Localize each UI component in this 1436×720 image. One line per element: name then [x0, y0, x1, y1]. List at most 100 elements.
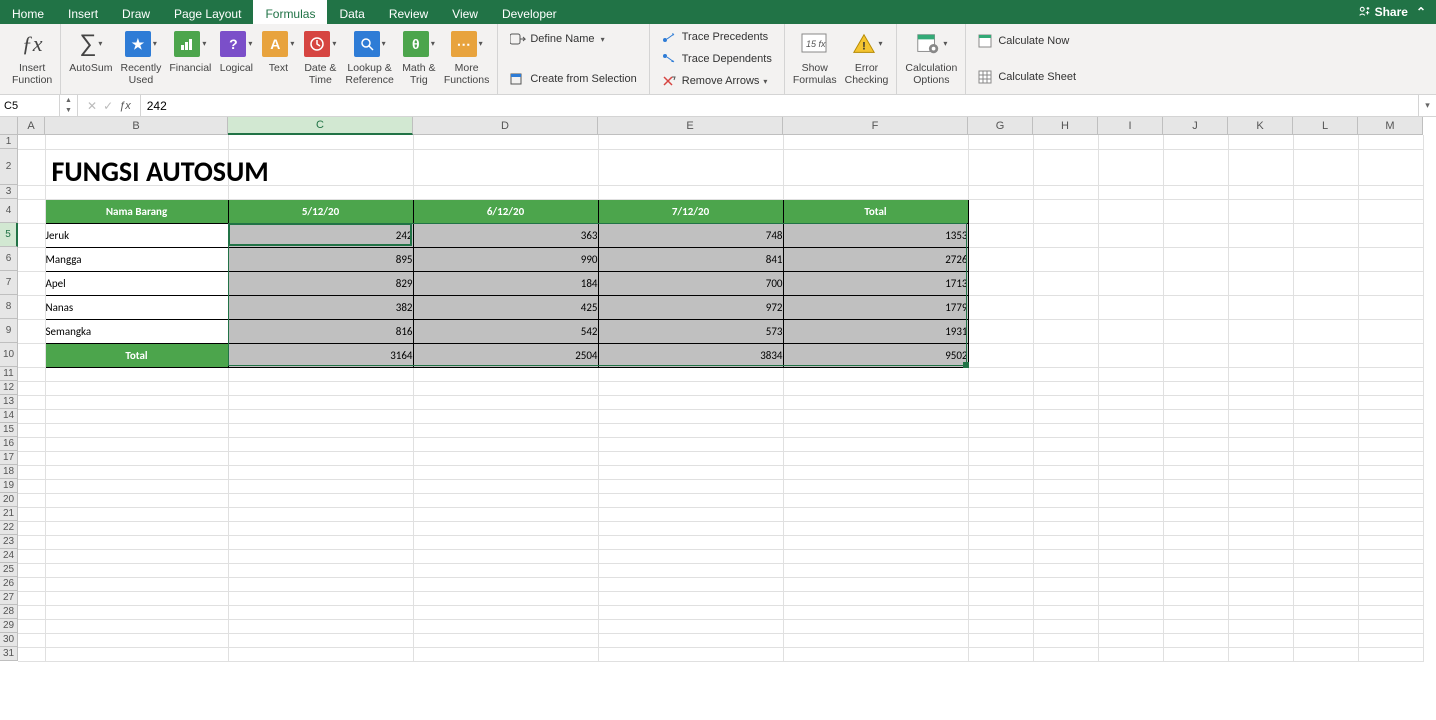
more-functions-button[interactable]: ⋯▾ More Functions [440, 26, 494, 86]
column-header-J[interactable]: J [1163, 117, 1228, 134]
cell-M29[interactable] [1358, 619, 1423, 633]
cell-I4[interactable] [1098, 199, 1163, 223]
cell-E18[interactable] [598, 465, 783, 479]
cell-A28[interactable] [18, 605, 45, 619]
cell-D22[interactable] [413, 521, 598, 535]
cell-B4[interactable]: Nama Barang [45, 199, 228, 223]
cell-K21[interactable] [1228, 507, 1293, 521]
cell-G14[interactable] [968, 409, 1033, 423]
row-header-15[interactable]: 15 [0, 423, 17, 437]
cell-D29[interactable] [413, 619, 598, 633]
cell-K19[interactable] [1228, 479, 1293, 493]
cell-G10[interactable] [968, 343, 1033, 367]
cell-K26[interactable] [1228, 577, 1293, 591]
cell-A9[interactable] [18, 319, 45, 343]
cell-L27[interactable] [1293, 591, 1358, 605]
create-from-selection-button[interactable]: Create from Selection [508, 68, 638, 90]
cell-I9[interactable] [1098, 319, 1163, 343]
tab-home[interactable]: Home [0, 0, 56, 24]
cell-J28[interactable] [1163, 605, 1228, 619]
cell-G21[interactable] [968, 507, 1033, 521]
cell-M3[interactable] [1358, 185, 1423, 199]
cell-A24[interactable] [18, 549, 45, 563]
cell-M20[interactable] [1358, 493, 1423, 507]
cell-F14[interactable] [783, 409, 968, 423]
row-header-18[interactable]: 18 [0, 465, 17, 479]
cell-I19[interactable] [1098, 479, 1163, 493]
cell-L8[interactable] [1293, 295, 1358, 319]
cell-E24[interactable] [598, 549, 783, 563]
cell-M16[interactable] [1358, 437, 1423, 451]
column-header-M[interactable]: M [1358, 117, 1423, 134]
cell-L23[interactable] [1293, 535, 1358, 549]
cell-K7[interactable] [1228, 271, 1293, 295]
cell-K8[interactable] [1228, 295, 1293, 319]
cell-L26[interactable] [1293, 577, 1358, 591]
tab-review[interactable]: Review [377, 0, 440, 24]
cell-F5[interactable]: 1353 [783, 223, 968, 247]
cell-H30[interactable] [1033, 633, 1098, 647]
cell-K30[interactable] [1228, 633, 1293, 647]
cell-C25[interactable] [228, 563, 413, 577]
formula-input[interactable]: 242 [141, 95, 1418, 116]
cell-I15[interactable] [1098, 423, 1163, 437]
cell-D12[interactable] [413, 381, 598, 395]
cell-E10[interactable]: 3834 [598, 343, 783, 367]
cell-D13[interactable] [413, 395, 598, 409]
stepper-down-icon[interactable]: ▼ [60, 106, 77, 117]
cell-D3[interactable] [413, 185, 598, 199]
cell-C11[interactable] [228, 367, 413, 381]
cell-E27[interactable] [598, 591, 783, 605]
cell-B27[interactable] [45, 591, 228, 605]
cell-H2[interactable] [1033, 149, 1098, 185]
cell-A4[interactable] [18, 199, 45, 223]
cell-L6[interactable] [1293, 247, 1358, 271]
tab-developer[interactable]: Developer [490, 0, 569, 24]
row-header-10[interactable]: 10 [0, 343, 17, 367]
text-button[interactable]: A▾ Text [257, 26, 299, 74]
cell-M7[interactable] [1358, 271, 1423, 295]
cell-L10[interactable] [1293, 343, 1358, 367]
cell-L16[interactable] [1293, 437, 1358, 451]
tab-page-layout[interactable]: Page Layout [162, 0, 253, 24]
column-header-C[interactable]: C [228, 117, 413, 135]
cell-L3[interactable] [1293, 185, 1358, 199]
cell-D15[interactable] [413, 423, 598, 437]
cell-J9[interactable] [1163, 319, 1228, 343]
cell-G12[interactable] [968, 381, 1033, 395]
row-header-12[interactable]: 12 [0, 381, 17, 395]
cell-E17[interactable] [598, 451, 783, 465]
cancel-icon[interactable]: ✕ [87, 99, 97, 113]
cell-D28[interactable] [413, 605, 598, 619]
cell-J26[interactable] [1163, 577, 1228, 591]
cell-K18[interactable] [1228, 465, 1293, 479]
cell-F27[interactable] [783, 591, 968, 605]
cell-B1[interactable] [45, 135, 228, 149]
cell-D30[interactable] [413, 633, 598, 647]
cell-L31[interactable] [1293, 647, 1358, 661]
cell-M2[interactable] [1358, 149, 1423, 185]
insert-function-button[interactable]: ƒx Insert Function [8, 26, 56, 86]
cell-J27[interactable] [1163, 591, 1228, 605]
cell-J17[interactable] [1163, 451, 1228, 465]
recently-used-button[interactable]: ★▾ Recently Used [116, 26, 165, 86]
tab-formulas[interactable]: Formulas [253, 0, 327, 24]
cell-B13[interactable] [45, 395, 228, 409]
cell-C15[interactable] [228, 423, 413, 437]
cell-E30[interactable] [598, 633, 783, 647]
cell-B29[interactable] [45, 619, 228, 633]
cell-G31[interactable] [968, 647, 1033, 661]
cell-C5[interactable]: 242 [228, 223, 413, 247]
tab-draw[interactable]: Draw [110, 0, 162, 24]
cell-M11[interactable] [1358, 367, 1423, 381]
cell-H9[interactable] [1033, 319, 1098, 343]
cell-H25[interactable] [1033, 563, 1098, 577]
row-header-9[interactable]: 9 [0, 319, 17, 343]
cell-I23[interactable] [1098, 535, 1163, 549]
cell-J12[interactable] [1163, 381, 1228, 395]
cell-H22[interactable] [1033, 521, 1098, 535]
show-formulas-button[interactable]: 15 fx Show Formulas [789, 26, 841, 86]
cell-G28[interactable] [968, 605, 1033, 619]
cell-I12[interactable] [1098, 381, 1163, 395]
cell-G13[interactable] [968, 395, 1033, 409]
